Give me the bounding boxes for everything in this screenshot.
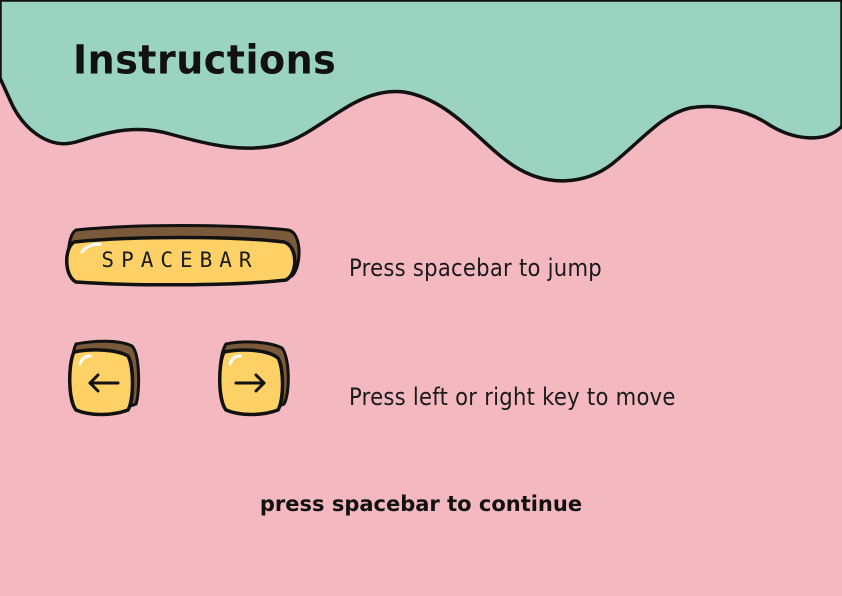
- left-arrow-key: [68, 339, 141, 417]
- page-title: Instructions: [73, 36, 337, 84]
- continue-prompt: press spacebar to continue: [259, 492, 583, 516]
- spacebar-key: SPACEBAR: [65, 224, 301, 287]
- move-instruction: Press left or right key to move: [349, 383, 676, 411]
- spacebar-key-label: SPACEBAR: [101, 248, 258, 272]
- right-arrow-key: [218, 340, 290, 417]
- jump-instruction: Press spacebar to jump: [349, 254, 602, 282]
- wavy-banner: [0, 0, 842, 183]
